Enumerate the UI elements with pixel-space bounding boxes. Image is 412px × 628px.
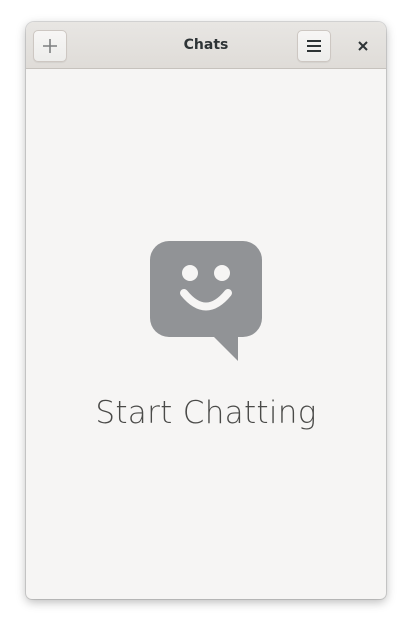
close-icon <box>358 41 368 51</box>
header-bar: Chats <box>26 22 386 69</box>
hamburger-menu-icon <box>307 40 321 52</box>
empty-state-label: Start Chatting <box>95 395 317 431</box>
close-button[interactable] <box>347 30 379 62</box>
chats-window: Chats Start Chatting <box>26 22 386 599</box>
window-title: Chats <box>183 37 229 53</box>
chat-smiley-icon <box>150 241 262 361</box>
new-chat-button[interactable] <box>33 30 67 62</box>
plus-icon <box>43 39 57 53</box>
main-menu-button[interactable] <box>297 30 331 62</box>
